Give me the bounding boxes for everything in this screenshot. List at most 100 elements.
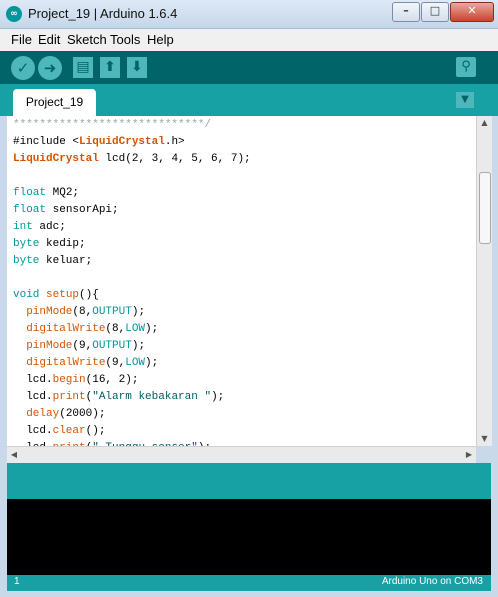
menu-help[interactable]: Help — [147, 32, 174, 47]
code-editor[interactable]: *****************************/ #include <… — [7, 116, 476, 446]
code-token: LiquidCrystal — [79, 136, 165, 148]
code-token: (8, — [72, 306, 93, 318]
code-token: clear — [52, 425, 86, 437]
code-token: (){ — [79, 289, 99, 301]
menu-sketch[interactable]: Sketch — [67, 32, 107, 47]
code-token: lcd. — [13, 425, 53, 437]
open-sketch-button[interactable]: ⬆ — [100, 57, 120, 78]
document-icon: ▤ — [76, 59, 90, 75]
check-icon: ✓ — [16, 59, 30, 77]
code-token: (); — [85, 425, 106, 437]
code-line: pinMode(8,OUTPUT); — [13, 304, 251, 321]
code-token: sensorApi; — [46, 204, 119, 216]
code-token: OUTPUT — [92, 340, 132, 352]
code-token: float — [13, 204, 47, 216]
code-line: byte kedip; — [13, 236, 251, 253]
save-sketch-button[interactable]: ⬇ — [127, 57, 147, 78]
upload-button[interactable]: ➜ — [38, 56, 62, 80]
code-token: ); — [211, 391, 225, 403]
code-line: LiquidCrystal lcd(2, 3, 4, 5, 6, 7); — [13, 151, 251, 168]
code-line: #include <LiquidCrystal.h> — [13, 134, 251, 151]
horizontal-scrollbar[interactable]: ◀ ▶ — [7, 446, 476, 463]
vertical-scrollbar[interactable]: ▲ ▼ — [476, 116, 492, 446]
code-token: kedip; — [39, 238, 86, 250]
code-token: print — [52, 391, 86, 403]
code-line: float MQ2; — [13, 185, 251, 202]
line-number: 1 — [14, 576, 20, 587]
message-area — [7, 463, 491, 499]
scroll-down-icon[interactable]: ▼ — [477, 432, 492, 446]
code-token: .h> — [164, 136, 185, 148]
code-token: adc; — [32, 221, 66, 233]
code-token: float — [13, 187, 47, 199]
tab-strip: Project_19 ▼ — [0, 84, 498, 116]
code-line: pinMode(9,OUTPUT); — [13, 338, 251, 355]
code-token: int — [13, 221, 33, 233]
code-token: "Alarm kebakaran " — [92, 391, 212, 403]
code-token: lcd(2, 3, 4, 5, 6, 7); — [98, 153, 251, 165]
magnifier-icon: ⚲ — [461, 59, 471, 74]
code-line: digitalWrite(9,LOW); — [13, 355, 251, 372]
window-title: Project_19 | Arduino 1.6.4 — [28, 6, 178, 21]
code-token: (2000); — [59, 408, 106, 420]
code-token: (9, — [72, 340, 93, 352]
arrow-right-icon: ➜ — [43, 59, 57, 77]
code-token: (8, — [105, 323, 126, 335]
window-controls: – □ ✕ — [391, 2, 494, 22]
toolbar: ✓ ➜ ▤ ⬆ ⬇ ⚲ — [0, 51, 498, 84]
tab-project-19[interactable]: Project_19 — [13, 89, 96, 116]
new-sketch-button[interactable]: ▤ — [73, 57, 93, 78]
code-line: lcd.print("Alarm kebakaran "); — [13, 389, 251, 406]
minimize-button[interactable]: – — [392, 2, 420, 22]
title-bar: ∞ Project_19 | Arduino 1.6.4 – □ ✕ — [0, 0, 498, 29]
code-token: begin — [52, 374, 86, 386]
code-token: OUTPUT — [92, 306, 132, 318]
code-token: pinMode — [26, 306, 73, 318]
status-bar: 1 Arduino Uno on COM3 — [7, 575, 491, 591]
chevron-down-icon: ▼ — [461, 94, 469, 105]
menu-bar: File Edit Sketch Tools Help — [0, 29, 498, 52]
menu-tools[interactable]: Tools — [110, 32, 140, 47]
board-port-status: Arduino Uno on COM3 — [381, 576, 483, 587]
menu-edit[interactable]: Edit — [38, 32, 60, 47]
code-line: lcd.clear(); — [13, 423, 251, 440]
code-token: lcd. — [13, 391, 53, 403]
code-token: LOW — [125, 323, 146, 335]
code-token: void — [13, 289, 40, 301]
code-token: delay — [26, 408, 60, 420]
code-line — [13, 270, 251, 287]
code-line — [13, 168, 251, 185]
arrow-down-icon: ⬇ — [131, 59, 143, 75]
code-token: byte — [13, 255, 40, 267]
code-token: byte — [13, 238, 40, 250]
scroll-right-icon[interactable]: ▶ — [462, 448, 476, 462]
tab-menu-button[interactable]: ▼ — [456, 92, 474, 108]
menu-file[interactable]: File — [11, 32, 32, 47]
code-token: setup — [46, 289, 80, 301]
code-line: byte keluar; — [13, 253, 251, 270]
code-text: *****************************/ #include <… — [13, 117, 251, 446]
close-button[interactable]: ✕ — [450, 2, 494, 22]
vertical-scroll-thumb[interactable] — [479, 172, 491, 244]
arduino-logo-icon: ∞ — [6, 6, 22, 22]
serial-monitor-button[interactable]: ⚲ — [456, 57, 476, 77]
code-token: ); — [131, 340, 146, 352]
code-token: (9, — [105, 357, 126, 369]
verify-button[interactable]: ✓ — [11, 56, 35, 80]
code-token: ); — [145, 323, 159, 335]
maximize-button[interactable]: □ — [421, 2, 449, 22]
code-line: delay(2000); — [13, 406, 251, 423]
code-line: void setup(){ — [13, 287, 251, 304]
code-token: (16, 2); — [85, 374, 139, 386]
code-line: digitalWrite(8,LOW); — [13, 321, 251, 338]
code-line: float sensorApi; — [13, 202, 251, 219]
code-token: ); — [145, 357, 159, 369]
scroll-up-icon[interactable]: ▲ — [477, 116, 492, 130]
scroll-left-icon[interactable]: ◀ — [7, 448, 21, 462]
